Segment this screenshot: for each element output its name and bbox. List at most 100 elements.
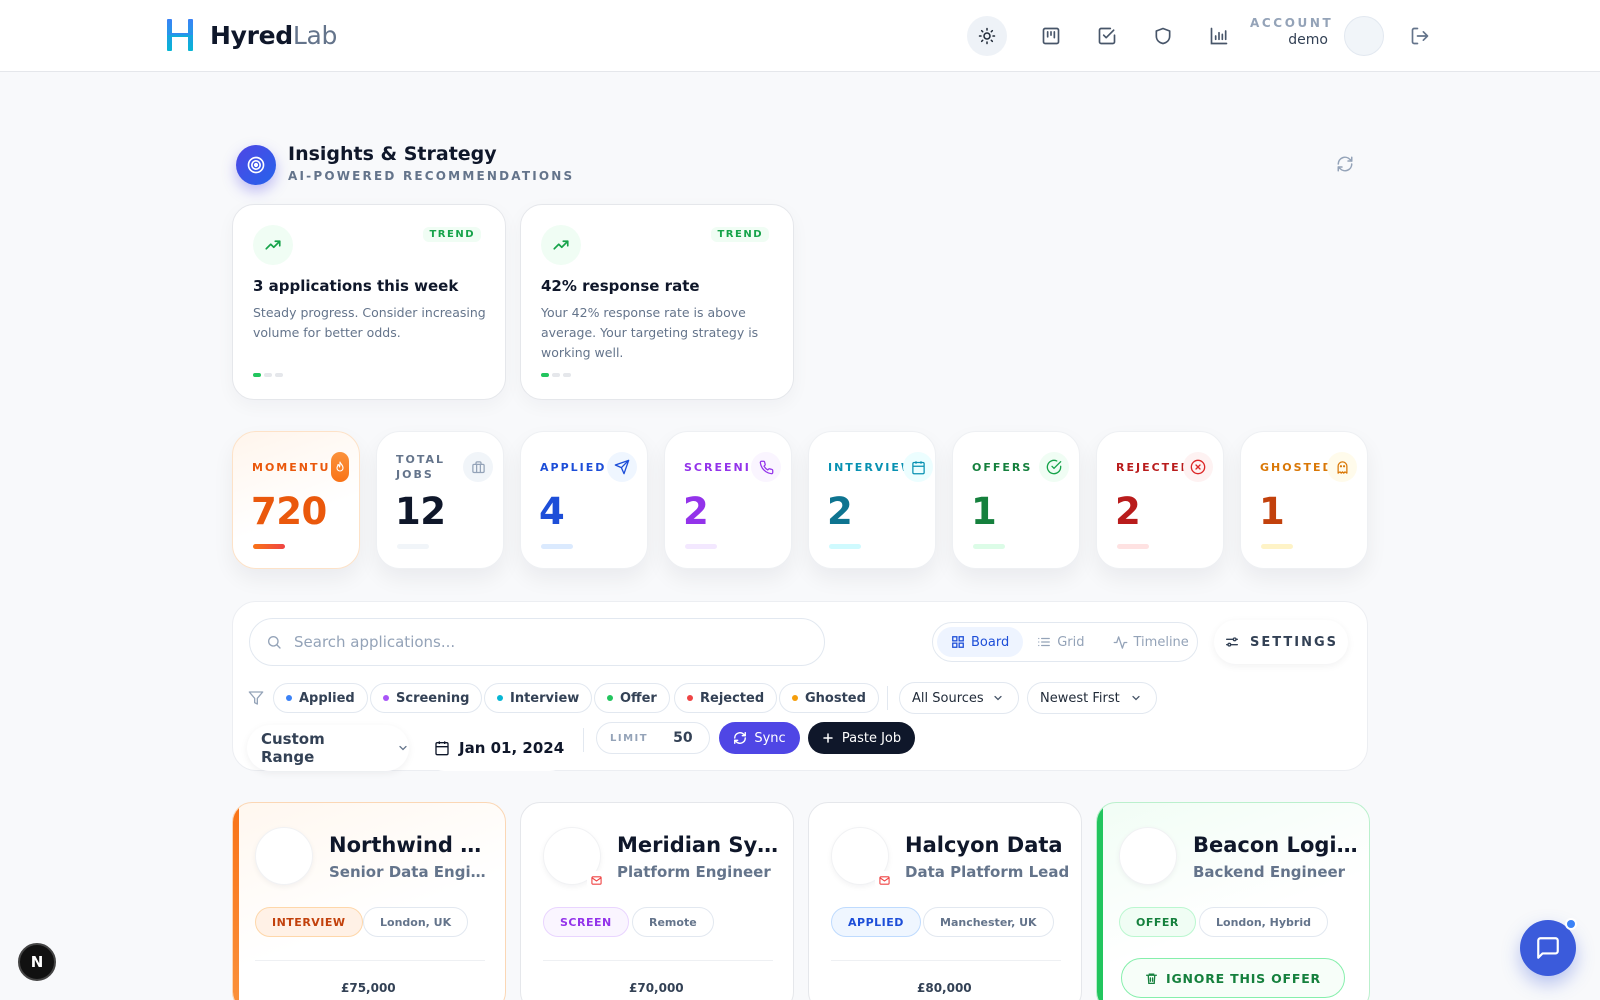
job-card[interactable]: Northwind Analytics Senior Data Engineer… xyxy=(232,802,506,1000)
brand-name-bold: Hyred xyxy=(210,20,293,50)
view-board-button[interactable]: Board xyxy=(937,627,1024,657)
avatar[interactable] xyxy=(1344,16,1384,56)
filter-chip-interview[interactable]: Interview xyxy=(484,683,593,713)
ghost-icon xyxy=(1327,452,1357,482)
stat-value: 2 xyxy=(683,490,709,533)
card-accent xyxy=(1097,803,1103,1000)
stat-label: TOTAL JOBS xyxy=(396,453,446,481)
ignore-offer-button[interactable]: IGNORE THIS OFFER xyxy=(1121,958,1345,998)
salary: £80,000 xyxy=(917,981,972,995)
start-date-picker[interactable]: Jan 01, 2024 xyxy=(422,725,572,771)
filter-chip-applied[interactable]: Applied xyxy=(273,683,368,713)
chevron-down-icon xyxy=(399,745,407,751)
insight-card[interactable]: TREND 42% response rate Your 42% respons… xyxy=(520,204,794,400)
status-badge: OFFER xyxy=(1119,907,1196,937)
location-badge: Remote xyxy=(632,907,714,937)
source-dropdown[interactable]: All Sources xyxy=(899,682,1019,714)
stat-label: INTERVIEWS xyxy=(828,461,925,474)
funnel-icon xyxy=(248,690,264,706)
limit-label: LIMIT xyxy=(610,732,649,744)
stat-value: 1 xyxy=(971,490,997,533)
job-role: Data Platform Lead xyxy=(905,863,1070,881)
account-info[interactable]: ACCOUNT demo xyxy=(1250,16,1331,48)
carousel-dots[interactable] xyxy=(541,373,571,377)
checklist-icon[interactable] xyxy=(1087,16,1127,56)
x-circle-icon xyxy=(1183,452,1213,482)
job-card[interactable]: Halcyon Data Data Platform Lead APPLIED … xyxy=(808,802,1082,1000)
search-icon xyxy=(266,634,282,650)
dev-tools-badge[interactable]: N xyxy=(18,943,56,981)
insight-card[interactable]: TREND 3 applications this week Steady pr… xyxy=(232,204,506,400)
logout-icon[interactable] xyxy=(1400,16,1440,56)
briefcase-icon xyxy=(463,452,493,482)
filter-chip-screening[interactable]: Screening xyxy=(370,683,483,713)
job-card[interactable]: Beacon Logistics Backend Engineer OFFER … xyxy=(1096,802,1370,1000)
stat-bar xyxy=(541,544,573,549)
location-badge: Manchester, UK xyxy=(923,907,1054,937)
bar-chart-icon[interactable] xyxy=(1199,16,1239,56)
sync-label: Sync xyxy=(754,730,786,746)
sort-dropdown[interactable]: Newest First xyxy=(1027,682,1157,714)
paste-job-button[interactable]: Paste Job xyxy=(808,722,915,754)
paste-label: Paste Job xyxy=(841,730,902,746)
view-grid-button[interactable]: Grid xyxy=(1023,627,1098,657)
stat-bar xyxy=(973,544,1005,549)
card-accent xyxy=(233,803,239,1000)
refresh-icon xyxy=(734,732,747,744)
sun-icon[interactable] xyxy=(967,16,1007,56)
limit-value[interactable]: 50 xyxy=(673,730,692,746)
stat-label: APPLIED xyxy=(540,461,607,474)
chip-label: Interview xyxy=(510,690,580,706)
status-dot xyxy=(497,695,503,701)
stat-label: MOMENTUM xyxy=(252,461,344,474)
job-card[interactable]: Meridian Systems Platform Engineer SCREE… xyxy=(520,802,794,1000)
filter-chip-offer[interactable]: Offer xyxy=(594,683,670,713)
sync-button[interactable]: Sync xyxy=(719,722,800,754)
stat-value: 12 xyxy=(395,490,446,533)
filter-chip-rejected[interactable]: Rejected xyxy=(674,683,778,713)
settings-button[interactable]: SETTINGS xyxy=(1214,620,1348,664)
activity-icon xyxy=(1113,635,1127,649)
trend-badge: TREND xyxy=(711,227,769,242)
divider xyxy=(543,960,773,961)
chip-label: Offer xyxy=(620,690,657,706)
stat-bar xyxy=(685,544,717,549)
refresh-icon[interactable] xyxy=(1336,155,1354,173)
ignore-offer-label: IGNORE THIS OFFER xyxy=(1166,970,1321,986)
chip-label: Applied xyxy=(299,690,355,706)
stat-card-ghosted[interactable]: GHOSTED 1 xyxy=(1240,431,1368,569)
search-box[interactable] xyxy=(249,618,825,666)
stat-value: 4 xyxy=(539,490,565,533)
stat-label: GHOSTED xyxy=(1260,461,1334,474)
brand-logo[interactable]: HyredLab xyxy=(166,18,337,52)
stat-card-momentum[interactable]: MOMENTUM 720 xyxy=(232,431,360,569)
stat-card-screening[interactable]: SCREENING 2 xyxy=(664,431,792,569)
divider xyxy=(831,960,1061,961)
stat-card-total-jobs[interactable]: TOTAL JOBS 12 xyxy=(376,431,504,569)
limit-field[interactable]: LIMIT 50 xyxy=(596,722,710,754)
insight-title: 42% response rate xyxy=(541,277,700,295)
stat-value: 2 xyxy=(827,490,853,533)
shield-icon[interactable] xyxy=(1143,16,1183,56)
search-input[interactable] xyxy=(294,633,794,651)
stat-card-offers[interactable]: OFFERS 1 xyxy=(952,431,1080,569)
divider xyxy=(583,728,584,752)
view-timeline-button[interactable]: Timeline xyxy=(1099,627,1203,657)
filter-chip-ghosted[interactable]: Ghosted xyxy=(779,683,879,713)
chip-label: Ghosted xyxy=(805,690,866,706)
status-dot xyxy=(687,695,693,701)
divider xyxy=(887,686,888,710)
board-icon[interactable] xyxy=(1031,16,1071,56)
stat-card-interviews[interactable]: INTERVIEWS 2 xyxy=(808,431,936,569)
carousel-dots[interactable] xyxy=(253,373,283,377)
top-header: HyredLab ACCOUNT demo xyxy=(0,0,1600,72)
company-name: Halcyon Data xyxy=(905,833,1063,857)
stat-card-applied[interactable]: APPLIED 4 xyxy=(520,431,648,569)
divider xyxy=(255,960,485,961)
chip-label: Rejected xyxy=(700,690,765,706)
date-range-dropdown[interactable]: Custom Range xyxy=(247,725,409,771)
stat-label: OFFERS xyxy=(972,461,1033,474)
target-icon xyxy=(236,145,276,185)
stat-card-rejected[interactable]: REJECTED 2 xyxy=(1096,431,1224,569)
status-badge: SCREEN xyxy=(543,907,629,937)
